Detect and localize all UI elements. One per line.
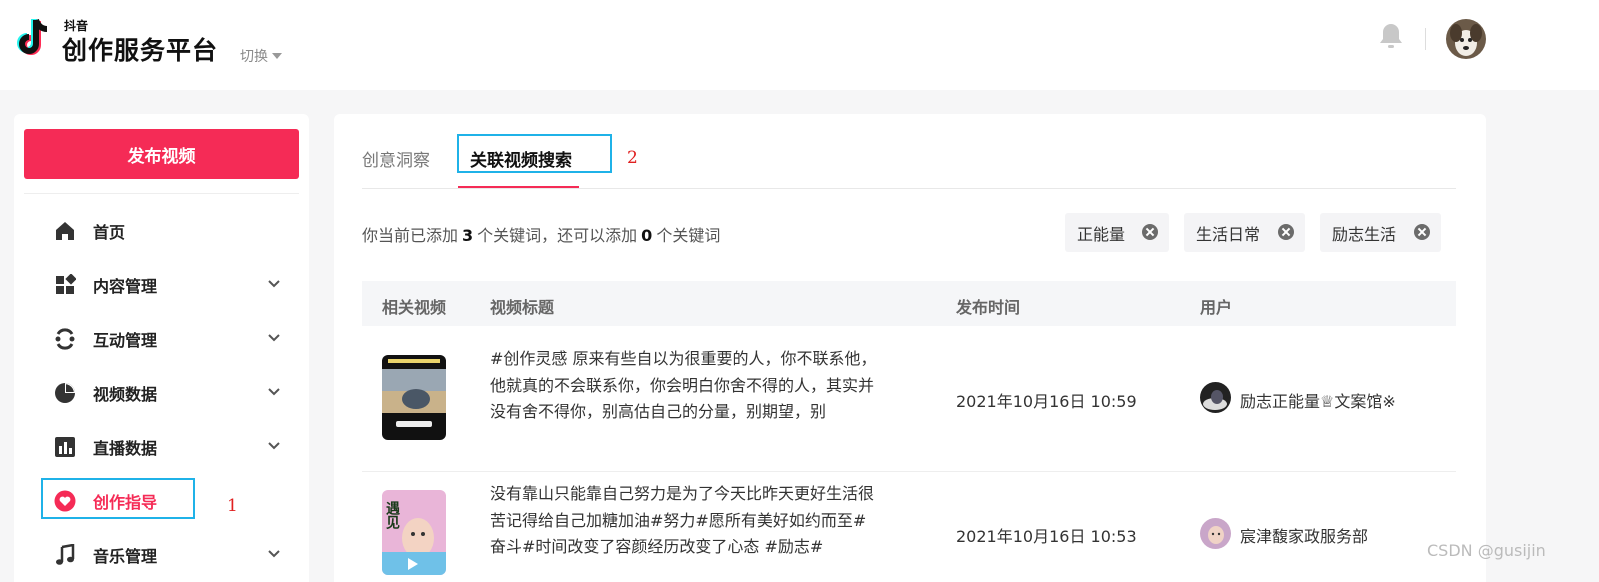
- keywords-added-count: 3: [462, 226, 474, 245]
- home-icon: [56, 222, 74, 240]
- keyword-tag-label: 生活日常: [1196, 224, 1261, 244]
- douyin-logo-icon[interactable]: [14, 14, 56, 62]
- top-header: 抖音 创作服务平台 切换: [0, 0, 1599, 90]
- sidebar-item-label: 直播数据: [93, 439, 158, 458]
- keyword-text-suffix: 个关键词: [656, 226, 721, 245]
- video-title[interactable]: #创作灵感 原来有些自以为很重要的人，你不联系他，他就真的不会联系你，你会明白你…: [490, 346, 880, 426]
- pie-chart-icon: [55, 383, 75, 403]
- table-row[interactable]: 遇见 没有靠山只能靠自己努力是为了今天比昨天更好生活很苦记得给自己加糖加油#努力…: [362, 471, 1456, 582]
- sidebar-item-label: 视频数据: [93, 385, 158, 404]
- publish-video-button[interactable]: 发布视频: [24, 129, 299, 179]
- tab-creative-insight[interactable]: 创意洞察: [362, 146, 430, 171]
- switch-dropdown[interactable]: 切换: [240, 46, 282, 66]
- sidebar-item-home[interactable]: 首页: [14, 210, 309, 250]
- keyword-count-text: 你当前已添加 3 个关键词，还可以添加 0 个关键词: [362, 222, 720, 246]
- sidebar-item-interaction[interactable]: 互动管理: [14, 318, 309, 358]
- main-panel: 创意洞察 关联视频搜索 2 你当前已添加 3 个关键词，还可以添加 0 个关键词 正能量…: [334, 114, 1486, 582]
- keyword-text-middle: 个关键词，还可以添加: [477, 226, 638, 245]
- keyword-tag-label: 正能量: [1077, 224, 1126, 244]
- sidebar-item-label: 互动管理: [93, 331, 158, 350]
- sidebar-item-label: 内容管理: [93, 277, 158, 296]
- user-avatar-image-icon: [1200, 518, 1231, 549]
- video-thumbnail[interactable]: 遇见: [382, 490, 446, 575]
- music-note-icon: [56, 544, 75, 565]
- video-thumbnail[interactable]: [382, 355, 446, 440]
- user-avatar[interactable]: [1200, 518, 1231, 549]
- keyword-tag: 励志生活: [1320, 213, 1441, 252]
- keyword-tag: 生活日常: [1184, 213, 1305, 252]
- platform-title: 创作服务平台: [62, 36, 219, 65]
- annotation-number-1: 1: [227, 496, 238, 516]
- tab-related-video-search[interactable]: 关联视频搜索: [470, 146, 572, 171]
- sidebar-item-music[interactable]: 音乐管理: [14, 534, 309, 574]
- user-avatar[interactable]: [1446, 19, 1486, 59]
- thumbnail-text: 遇见: [384, 501, 400, 529]
- sidebar: 发布视频 首页 内容管理 互动管理 视频数据 直播数据 创作指导 1 音乐管理: [14, 114, 309, 582]
- remove-tag-icon[interactable]: [1278, 224, 1294, 240]
- user-avatar[interactable]: [1200, 382, 1231, 413]
- table-header: 相关视频 视频标题 发布时间 用户: [362, 281, 1456, 326]
- active-tab-indicator: [458, 186, 579, 188]
- annotation-box-1: [41, 478, 195, 519]
- content-grid-icon: [56, 274, 76, 294]
- keyword-text-prefix: 你当前已添加: [362, 226, 459, 245]
- bell-icon[interactable]: [1378, 22, 1404, 50]
- watermark: CSDN @gusijin: [1427, 541, 1546, 560]
- switch-label: 切换: [240, 49, 268, 65]
- user-name[interactable]: 励志正能量♕文案馆※: [1240, 388, 1396, 412]
- column-header: 发布时间: [956, 298, 1021, 317]
- caret-down-icon: [272, 53, 282, 59]
- chevron-down-icon: [268, 550, 280, 558]
- annotation-number-2: 2: [627, 148, 638, 168]
- sidebar-divider: [24, 193, 299, 194]
- tabs-divider: [362, 188, 1456, 189]
- chevron-down-icon: [268, 442, 280, 450]
- remove-tag-icon[interactable]: [1142, 224, 1158, 240]
- chevron-down-icon: [268, 388, 280, 396]
- sidebar-item-video-data[interactable]: 视频数据: [14, 372, 309, 412]
- chevron-down-icon: [268, 280, 280, 288]
- table-row[interactable]: #创作灵感 原来有些自以为很重要的人，你不联系他，他就真的不会联系你，你会明白你…: [362, 326, 1456, 472]
- user-name[interactable]: 宸津馥家政服务部: [1240, 523, 1368, 547]
- keyword-tag: 正能量: [1065, 213, 1169, 252]
- publish-time: 2021年10月16日 10:53: [956, 527, 1137, 546]
- chevron-down-icon: [268, 334, 280, 342]
- video-thumbnail-image-icon: [382, 355, 446, 440]
- sidebar-item-label: 音乐管理: [93, 547, 158, 566]
- sidebar-item-label: 首页: [93, 223, 126, 242]
- header-divider: [1425, 28, 1426, 50]
- video-title[interactable]: 没有靠山只能靠自己努力是为了今天比昨天更好生活很苦记得给自己加糖加油#努力#愿所…: [490, 481, 880, 561]
- keywords-remaining-count: 0: [641, 226, 653, 245]
- interaction-icon: [55, 328, 75, 350]
- user-avatar-image-icon: [1200, 382, 1231, 413]
- keyword-tag-label: 励志生活: [1332, 224, 1397, 244]
- remove-tag-icon[interactable]: [1414, 224, 1430, 240]
- sidebar-item-content[interactable]: 内容管理: [14, 264, 309, 304]
- column-header: 用户: [1200, 298, 1233, 317]
- dog-avatar-icon: [1446, 19, 1486, 59]
- column-header: 相关视频: [382, 298, 447, 317]
- bar-chart-icon: [55, 437, 75, 457]
- publish-time: 2021年10月16日 10:59: [956, 392, 1137, 411]
- sidebar-item-live-data[interactable]: 直播数据: [14, 426, 309, 466]
- column-header: 视频标题: [490, 298, 555, 317]
